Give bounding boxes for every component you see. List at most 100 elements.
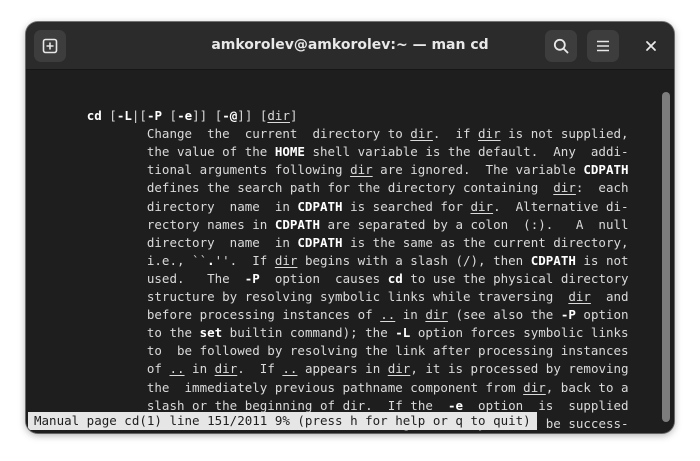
bold-text: set: [199, 325, 223, 341]
underlined-text: dir: [267, 108, 290, 124]
underlined-text: dir: [214, 361, 238, 377]
bold-text: -L: [395, 325, 411, 341]
title-bar: amkorolev@amkorolev:~ — man cd: [26, 22, 674, 70]
terminal-window: amkorolev@amkorolev:~ — man cd cd [-L|[-…: [26, 22, 674, 433]
text-segment: defines the search path for the director…: [34, 180, 554, 196]
text-segment: the value of the: [34, 144, 275, 160]
window-title: amkorolev@amkorolev:~ — man cd: [211, 37, 489, 53]
text-segment: [34, 108, 87, 123]
text-segment: option forces symbolic links: [410, 325, 629, 341]
terminal-line: i.e., ``.''. If dir begins with a slash …: [34, 252, 654, 270]
terminal-line: before processing instances of .. in dir…: [34, 306, 654, 324]
text-segment: shell variable is the default. Any addi-: [304, 144, 629, 160]
text-segment: of: [34, 361, 170, 377]
main-menu-button[interactable]: [587, 30, 619, 62]
terminal-line: the value of the HOME shell variable is …: [34, 143, 654, 161]
search-button[interactable]: [545, 30, 577, 62]
bold-text: CDPATH: [530, 252, 576, 268]
bold-text: cd: [387, 270, 403, 286]
text-segment: option: [575, 307, 629, 323]
terminal-line: Change the current directory to dir. if …: [34, 125, 654, 143]
text-segment: ''. If: [214, 252, 275, 268]
text-segment: used. The: [34, 270, 245, 286]
underlined-text: ..: [282, 361, 298, 377]
text-segment: the immediately previous pathname compon…: [34, 379, 524, 395]
text-segment: Change the current directory to: [34, 126, 411, 142]
text-segment: slash or the beginning of: [34, 397, 343, 413]
underlined-text: dir: [553, 180, 576, 196]
new-tab-icon: [42, 38, 58, 54]
text-segment: in: [395, 307, 426, 323]
text-segment: are separated by a colon (:). A null: [319, 216, 629, 232]
bold-text: CDPATH: [274, 216, 320, 232]
terminal-line: of .. in dir. If .. appears in dir, it i…: [34, 360, 654, 378]
bold-text: -P: [560, 307, 576, 323]
text-segment: [: [101, 108, 117, 124]
text-segment: ]: [289, 108, 298, 124]
terminal-line: tional arguments following dir are ignor…: [34, 161, 654, 179]
bold-text: CDPATH: [297, 234, 343, 250]
bold-text: -L: [116, 108, 132, 124]
scrollbar-thumb[interactable]: [662, 92, 670, 422]
underlined-text: dir: [470, 198, 494, 214]
text-segment: in: [184, 361, 215, 377]
terminal-line: to the set builtin command); the -L opti…: [34, 324, 654, 342]
terminal-line: directory name in CDPATH is searched for…: [34, 198, 654, 216]
terminal-line: directory name in CDPATH is the same as …: [34, 234, 654, 252]
text-segment: , it is processed by removing: [410, 361, 629, 377]
text-segment: option is supplied: [463, 397, 629, 413]
underlined-text: dir: [568, 289, 591, 305]
text-segment: . if: [432, 126, 479, 142]
text-segment: tional arguments following: [34, 162, 351, 178]
underlined-text: dir: [425, 307, 448, 323]
text-segment: [: [162, 108, 178, 124]
text-segment: |[: [131, 108, 147, 124]
underlined-text: dir: [478, 126, 501, 142]
text-segment: before processing instances of: [34, 307, 381, 323]
bold-text: -P: [146, 108, 162, 124]
text-segment: to be followed by resolving the link aft…: [34, 343, 629, 359]
bold-text: -P: [244, 270, 260, 286]
hamburger-menu-icon: [597, 40, 609, 52]
text-segment: rectory names in: [34, 216, 275, 232]
underlined-text: dir: [387, 361, 411, 377]
text-segment: appears in: [297, 361, 388, 377]
scrollbar[interactable]: [662, 92, 670, 430]
terminal-line: structure by resolving symbolic links wh…: [34, 288, 654, 306]
terminal-line: used. The -P option causes cd to use the…: [34, 270, 654, 288]
man-page-text: cd [-L|[-P [-e]] [-@]] [dir] Change the …: [34, 89, 654, 433]
bold-text: CDPATH: [583, 162, 629, 178]
bold-text: -e: [447, 397, 463, 413]
underlined-text: dir: [274, 252, 298, 268]
underlined-text: dir: [342, 397, 366, 413]
text-segment: and: [590, 289, 629, 305]
bold-text: HOME: [274, 144, 305, 160]
close-button[interactable]: [635, 30, 667, 62]
text-segment: are ignored. The variable: [372, 162, 584, 178]
terminal-line: cd [-L|[-P [-e]] [-@]] [dir]: [34, 107, 654, 125]
text-segment: (see also the: [447, 307, 561, 323]
text-segment: directory name in: [34, 198, 298, 214]
text-segment: i.e., ``: [34, 252, 208, 268]
underlined-text: dir: [523, 379, 546, 395]
text-segment: to use the physical directory: [402, 270, 629, 286]
text-segment: is not supplied,: [500, 126, 629, 142]
bold-text: cd: [86, 108, 102, 124]
text-segment: , back to a: [545, 379, 629, 395]
bold-text: .: [207, 252, 215, 268]
underlined-text: dir: [350, 162, 373, 178]
close-icon: [646, 41, 656, 51]
text-segment: . If: [237, 361, 283, 377]
text-segment: builtin command); the: [222, 325, 396, 341]
terminal-line: the immediately previous pathname compon…: [34, 379, 654, 397]
terminal-line: defines the search path for the director…: [34, 179, 654, 197]
text-segment: ]] [: [192, 108, 223, 124]
text-segment: directory name in: [34, 234, 298, 250]
new-tab-button[interactable]: [34, 30, 66, 62]
terminal-line: to be followed by resolving the link aft…: [34, 342, 654, 360]
terminal-output[interactable]: cd [-L|[-P [-e]] [-@]] [dir] Change the …: [26, 70, 674, 433]
search-icon: [553, 38, 569, 54]
text-segment: is searched for: [342, 198, 471, 214]
pager-status-line: Manual page cd(1) line 151/2011 9% (pres…: [28, 412, 537, 430]
